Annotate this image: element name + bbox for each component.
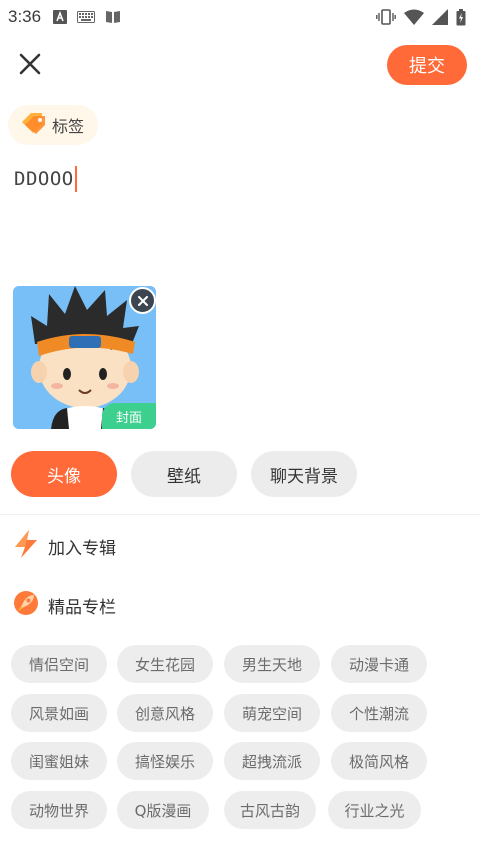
close-button[interactable] — [14, 50, 46, 82]
featured-column-label: 精品专栏 — [48, 597, 116, 618]
topic-chip[interactable]: 古风古韵 — [224, 791, 316, 829]
keyboard-icon — [77, 11, 96, 23]
category-wallpaper-button[interactable]: 壁纸 — [131, 451, 237, 497]
topic-chip[interactable]: 闺蜜姐妹 — [11, 742, 107, 780]
submit-button[interactable]: 提交 — [387, 45, 467, 85]
header: 提交 — [0, 40, 480, 92]
topic-chip[interactable]: 女生花园 — [117, 645, 213, 683]
topic-chip[interactable]: 行业之光 — [328, 791, 421, 829]
topic-chip[interactable]: 萌宠空间 — [224, 694, 320, 732]
topic-chip[interactable]: 男生天地 — [224, 645, 320, 683]
tag-icon — [20, 112, 46, 138]
divider — [0, 514, 480, 515]
topic-chip[interactable]: 个性潮流 — [331, 694, 427, 732]
wifi-icon — [404, 9, 424, 25]
topic-chip[interactable]: 极简风格 — [331, 742, 427, 780]
book-icon — [105, 10, 121, 24]
topic-chip[interactable]: 情侣空间 — [11, 645, 107, 683]
status-time: 3:36 — [8, 7, 42, 26]
topic-chip[interactable]: 搞怪娱乐 — [117, 742, 213, 780]
add-to-album-label: 加入专辑 — [48, 538, 116, 559]
cover-badge: 封面 — [102, 403, 156, 429]
status-bar: 3:36 — [0, 0, 480, 34]
topic-chip[interactable]: 风景如画 — [11, 694, 107, 732]
topic-chip[interactable]: 超拽流派 — [224, 742, 320, 780]
lightning-icon — [12, 529, 40, 563]
category-chat-background-button[interactable]: 聊天背景 — [251, 451, 357, 497]
remove-image-button[interactable] — [129, 287, 156, 314]
topic-chip[interactable]: 动漫卡通 — [331, 645, 427, 683]
post-text-value: DDOOO — [14, 168, 74, 190]
vibrate-icon — [376, 9, 396, 25]
post-text-input[interactable]: DDOOO — [14, 166, 77, 192]
font-icon — [53, 10, 68, 24]
close-icon — [19, 53, 41, 79]
topic-chip[interactable]: 动物世界 — [11, 791, 107, 829]
topic-chip[interactable]: 创意风格 — [117, 694, 213, 732]
close-icon — [137, 291, 148, 310]
signal-icon — [432, 9, 448, 25]
status-left-icons — [53, 10, 121, 24]
tag-label: 标签 — [52, 117, 85, 136]
topic-chip[interactable]: Q版漫画 — [117, 791, 209, 829]
text-caret — [74, 166, 77, 192]
rocket-icon — [12, 589, 40, 621]
tag-button[interactable]: 标签 — [8, 105, 98, 145]
battery-icon — [456, 8, 466, 26]
featured-column-row[interactable]: 精品专栏 — [12, 588, 116, 622]
add-to-album-row[interactable]: 加入专辑 — [12, 529, 116, 563]
status-right-icons — [376, 8, 466, 26]
category-avatar-button[interactable]: 头像 — [11, 451, 117, 497]
